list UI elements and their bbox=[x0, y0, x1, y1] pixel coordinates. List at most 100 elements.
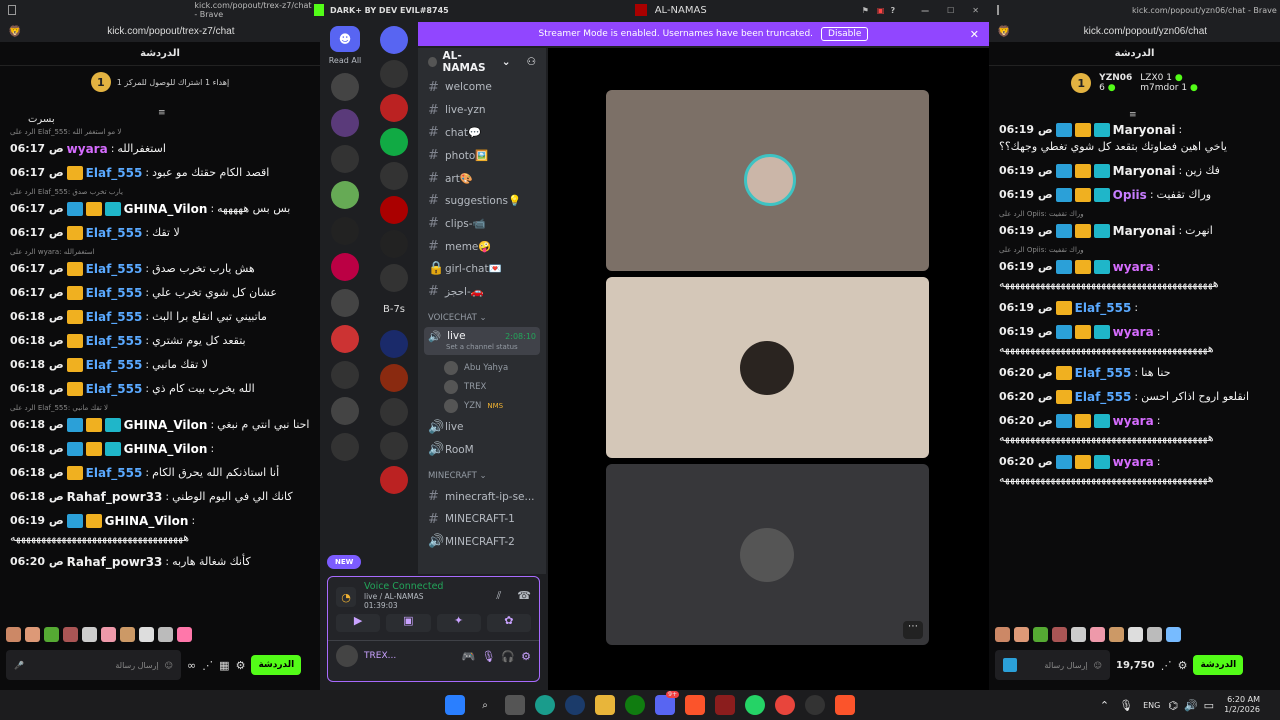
guild-icon[interactable] bbox=[331, 145, 359, 173]
mic-icon[interactable]: 🎤 bbox=[14, 661, 24, 670]
chat-message[interactable]: 06:20 ص wyara: ههههههههههههههههههههههههههه… bbox=[999, 409, 1270, 450]
chat-message[interactable]: 06:19 ص wyara: ههههههههههههههههههههههههههه… bbox=[999, 255, 1270, 296]
battery-icon[interactable]: ▭ bbox=[1204, 699, 1214, 712]
whatsapp-icon[interactable] bbox=[745, 695, 765, 715]
inbox-icon[interactable]: ⚑ bbox=[862, 6, 869, 15]
steam-icon[interactable] bbox=[565, 695, 585, 715]
reply-context[interactable]: الرد على wyara: استغفرالله bbox=[10, 245, 310, 257]
share-icon[interactable]: ⋰ bbox=[1161, 659, 1172, 672]
chat-message[interactable]: 06:17 ص wyara: استغفرالله bbox=[10, 137, 310, 161]
username[interactable]: Maryonai bbox=[1113, 224, 1176, 238]
leaderboard[interactable]: 1 YZN06 6 ● LZX0 1 ● m7mdor 1 ● bbox=[989, 66, 1280, 100]
points-value[interactable]: 19,750 bbox=[1116, 660, 1155, 671]
username[interactable]: Elaf_555 bbox=[86, 226, 143, 240]
chat-message[interactable]: 06:18 ص GHINA_Vilon: bbox=[10, 437, 310, 461]
network-icon[interactable]: ⌬ bbox=[1168, 699, 1178, 712]
username[interactable]: wyara bbox=[1113, 325, 1154, 339]
guild-icon[interactable] bbox=[331, 361, 359, 389]
guild-icon[interactable] bbox=[331, 253, 359, 281]
username[interactable]: Elaf_555 bbox=[86, 166, 143, 180]
right-emote-bar[interactable] bbox=[995, 624, 1274, 644]
server-icon[interactable] bbox=[380, 128, 408, 156]
channel-item[interactable]: # suggestions💡 bbox=[418, 189, 546, 212]
server-icon[interactable] bbox=[380, 26, 408, 54]
left-send-button[interactable]: الدردشة bbox=[251, 655, 302, 675]
github-icon[interactable] bbox=[805, 695, 825, 715]
guild-icon[interactable] bbox=[331, 397, 359, 425]
chat-message[interactable]: 06:19 ص Maryonai: فك زين bbox=[999, 159, 1270, 183]
edge-icon[interactable] bbox=[535, 695, 555, 715]
settings-icon[interactable]: ⚙ bbox=[521, 650, 531, 663]
server-icon[interactable] bbox=[380, 94, 408, 122]
maximize-icon[interactable]: ☐ bbox=[947, 6, 954, 15]
more-options-icon[interactable]: ⋯ bbox=[903, 621, 923, 639]
brave-icon[interactable]: 🦁 bbox=[8, 25, 22, 38]
guild-icon[interactable] bbox=[331, 109, 359, 137]
mute-icon[interactable]: 🎙 bbox=[481, 650, 495, 663]
chat-message[interactable]: 06:17 ص Elaf_555: لا تقك bbox=[10, 221, 310, 245]
xbox-icon[interactable] bbox=[625, 695, 645, 715]
username[interactable]: Elaf_555 bbox=[1075, 390, 1132, 404]
soundboard-button[interactable]: ✿ bbox=[486, 614, 531, 632]
server-icon[interactable] bbox=[380, 364, 408, 392]
guild-icon[interactable] bbox=[331, 325, 359, 353]
right-chat-input[interactable]: إرسال رسالة ☺ bbox=[995, 650, 1110, 680]
channel-item[interactable]: # photo🖼️ bbox=[418, 144, 546, 167]
voice-user[interactable]: TREX bbox=[418, 378, 546, 397]
server-icon[interactable] bbox=[380, 330, 408, 358]
volume-icon[interactable]: 🔊 bbox=[1184, 699, 1198, 712]
voicechat-category[interactable]: VOICECHAT ⌄ bbox=[418, 303, 546, 327]
username[interactable]: wyara bbox=[67, 142, 108, 156]
username[interactable]: GHINA_Vilon bbox=[124, 202, 208, 216]
tool-icon[interactable] bbox=[1003, 658, 1017, 672]
language-indicator[interactable]: ENG bbox=[1143, 701, 1160, 710]
channel-status[interactable]: Set a channel status bbox=[428, 343, 536, 351]
channel-item[interactable]: # art🎨 bbox=[418, 167, 546, 190]
emoji-icon[interactable]: ☺ bbox=[165, 661, 173, 670]
help-icon[interactable]: ? bbox=[890, 6, 895, 15]
disable-button[interactable]: Disable bbox=[821, 27, 869, 41]
chat-message[interactable]: 06:18 ص GHINA_Vilon: احنا نبي انتي م نبغي bbox=[10, 413, 310, 437]
video-tile-2[interactable] bbox=[606, 277, 929, 458]
username[interactable]: Rahaf_powr33 bbox=[67, 555, 163, 569]
chat-message[interactable]: 06:20 ص wyara: ههههههههههههههههههههههههههه… bbox=[999, 450, 1270, 491]
add-user-icon[interactable]: ⚇ bbox=[527, 56, 536, 68]
minimize-icon[interactable]: — bbox=[921, 6, 929, 15]
task-view-icon[interactable] bbox=[505, 695, 525, 715]
new-pill[interactable]: NEW bbox=[327, 555, 362, 569]
channel-item[interactable]: # clips-📹 bbox=[418, 212, 546, 235]
right-send-button[interactable]: الدردشة bbox=[1193, 655, 1244, 675]
username[interactable]: Maryonai bbox=[1113, 164, 1176, 178]
reply-context[interactable]: الرد على Opiis: وراك تقفيت bbox=[999, 207, 1270, 219]
username[interactable]: Elaf_555 bbox=[86, 358, 143, 372]
reply-context[interactable]: الرد على Elaf_555: لا مو استغفر الله bbox=[10, 125, 310, 137]
minecraft-category[interactable]: MINECRAFT ⌄ bbox=[418, 461, 546, 485]
server-icon[interactable] bbox=[380, 196, 408, 224]
guild-icon[interactable] bbox=[331, 289, 359, 317]
chat-message[interactable]: 06:19 ص Opiis: وراك تقفيت bbox=[999, 183, 1270, 207]
reply-context[interactable]: الرد على Elaf_555: لا تقك مانبي bbox=[10, 401, 310, 413]
chat-message[interactable]: 06:19 ص wyara: ههههههههههههههههههههههههههه… bbox=[999, 320, 1270, 361]
right-urlbar[interactable]: 🦁 kick.com/popout/yzn06/chat bbox=[989, 20, 1280, 42]
obs-icon[interactable] bbox=[715, 695, 735, 715]
brave-taskbar-icon[interactable] bbox=[685, 695, 705, 715]
read-all-label[interactable]: Read All bbox=[320, 56, 370, 65]
game-icon[interactable]: 🎮 bbox=[462, 650, 476, 663]
left-pinned-bar[interactable]: 1 إهداء 1 اشتراك للوصول للمركز 1 bbox=[0, 66, 320, 98]
activities-button[interactable]: ✦ bbox=[436, 614, 481, 632]
user-avatar[interactable] bbox=[336, 645, 358, 667]
username[interactable]: Elaf_555 bbox=[86, 310, 143, 324]
left-url[interactable]: kick.com/popout/trex-z7/chat bbox=[107, 26, 234, 37]
tray-chevron-icon[interactable]: ⌃ bbox=[1100, 699, 1109, 712]
chat-message[interactable]: 06:20 ص Rahaf_powr33: كأنك شغالة هاربه bbox=[10, 550, 310, 574]
input-placeholder[interactable]: إرسال رسالة bbox=[115, 661, 158, 670]
username[interactable]: Elaf_555 bbox=[86, 286, 143, 300]
username[interactable]: Rahaf_powr33 bbox=[67, 490, 163, 504]
folder-icon[interactable] bbox=[595, 695, 615, 715]
chat-message[interactable]: 06:18 ص Elaf_555: أنا استاذنكم الله يحرق ا… bbox=[10, 461, 310, 485]
gear-icon[interactable]: ⚙ bbox=[1178, 659, 1188, 672]
input-placeholder[interactable]: إرسال رسالة bbox=[1044, 661, 1087, 670]
channel-item[interactable]: # live-yzn bbox=[418, 99, 546, 122]
brave-taskbar-icon-2[interactable] bbox=[835, 695, 855, 715]
noise-suppression-icon[interactable]: ⫽ bbox=[496, 589, 501, 603]
